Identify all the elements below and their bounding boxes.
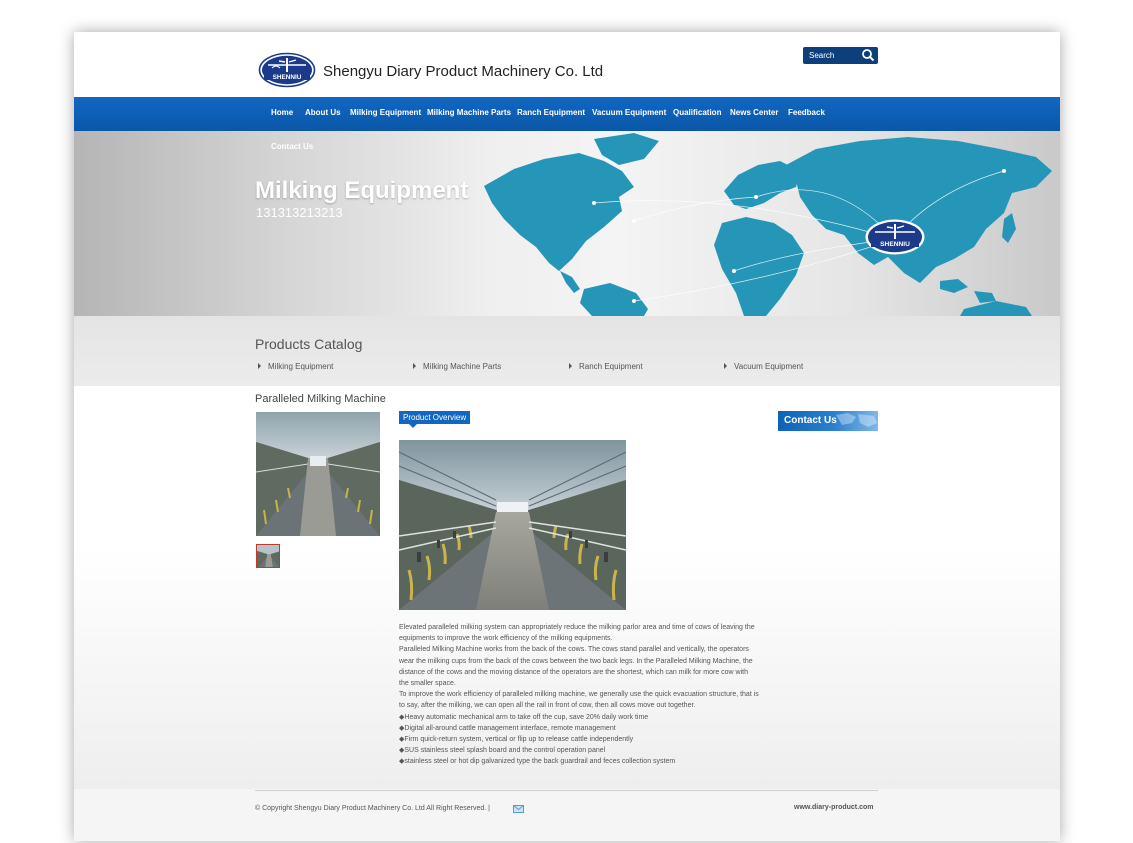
- main-nav: Home About Us Milking Equipment Milking …: [74, 97, 1060, 131]
- description-paragraph: To improve the work efficiency of parall…: [399, 691, 759, 710]
- product-name: Paralleled Milking Machine: [255, 393, 386, 405]
- nav-ranch-equipment[interactable]: Ranch Equipment: [517, 108, 585, 117]
- description-paragraph: Elevated paralleled milking system can a…: [399, 624, 755, 643]
- description-paragraph: Paralleled Milking Machine works from th…: [399, 646, 753, 688]
- nav-feedback[interactable]: Feedback: [788, 108, 825, 117]
- nav-about-us[interactable]: About Us: [305, 108, 341, 117]
- feature-item: ◆stainless steel or hot dip galvanized t…: [399, 758, 676, 766]
- product-photo: [399, 440, 626, 610]
- nav-contact-us[interactable]: Contact Us: [271, 142, 313, 151]
- nav-qualification[interactable]: Qualification: [673, 108, 721, 117]
- catalog-item-label: Milking Machine Parts: [423, 362, 502, 371]
- tab-product-overview[interactable]: Product Overview: [399, 411, 471, 428]
- arrow-right-icon: [569, 362, 572, 369]
- catalog-item-label: Milking Equipment: [268, 362, 334, 371]
- search-box[interactable]: [803, 47, 878, 64]
- catalog-item-label: Ranch Equipment: [579, 362, 643, 371]
- page-frame: SHENNIU Shengyu Diary Product Machinery …: [74, 32, 1060, 841]
- footer-domain-link[interactable]: www.diary-product.com: [794, 804, 873, 811]
- svg-text:SHENNIU: SHENNIU: [880, 241, 910, 248]
- catalog-item-label: Vacuum Equipment: [734, 362, 804, 371]
- catalog-item-ranch-equipment[interactable]: Ranch Equipment: [569, 362, 643, 371]
- contact-box-title: Contact Us: [784, 415, 837, 426]
- product-detail: Paralleled Milking Machine Product Overv…: [74, 386, 1060, 789]
- contact-us-box[interactable]: Contact Us: [778, 411, 878, 431]
- product-thumbnail-small[interactable]: [256, 544, 280, 568]
- nav-vacuum-equipment[interactable]: Vacuum Equipment: [592, 108, 666, 117]
- arrow-right-icon: [413, 362, 416, 369]
- nav-milking-machine-parts[interactable]: Milking Machine Parts: [427, 108, 511, 117]
- catalog-item-milking-equipment[interactable]: Milking Equipment: [258, 362, 333, 371]
- search-icon[interactable]: [860, 48, 876, 63]
- feature-item: ◆Firm quick-return system, vertical or f…: [399, 736, 634, 744]
- arrow-right-icon: [258, 362, 261, 369]
- feature-item: ◆SUS stainless steel splash board and th…: [399, 747, 606, 755]
- map-logo: SHENNIU: [865, 219, 925, 255]
- catalog-item-vacuum-equipment[interactable]: Vacuum Equipment: [724, 362, 803, 371]
- product-description: Elevated paralleled milking system can a…: [399, 622, 759, 768]
- product-thumbnail-small-image: [257, 545, 279, 567]
- company-name: Shengyu Diary Product Machinery Co. Ltd: [323, 63, 604, 80]
- feature-item: ◆Digital all-around cattle management in…: [399, 724, 616, 732]
- copyright-text: © Copyright Shengyu Diary Product Machin…: [255, 805, 490, 812]
- footer-divider: [255, 790, 878, 791]
- arrow-right-icon: [724, 362, 727, 369]
- svg-text:SHENNIU: SHENNIU: [273, 74, 302, 81]
- company-logo[interactable]: SHENNIU: [258, 52, 316, 88]
- hero-banner: Contact Us Milking Equipment 13131321321…: [74, 131, 1060, 316]
- nav-news-center[interactable]: News Center: [730, 108, 778, 117]
- mail-icon[interactable]: [513, 805, 524, 813]
- banner-subtitle: 131313213213: [256, 205, 343, 220]
- nav-home[interactable]: Home: [271, 108, 293, 117]
- banner-title: Milking Equipment: [255, 177, 469, 204]
- product-thumbnail[interactable]: [256, 412, 380, 536]
- feature-item: ◆Heavy automatic mechanical arm to take …: [399, 713, 649, 721]
- footer: © Copyright Shengyu Diary Product Machin…: [74, 789, 1060, 841]
- products-catalog: Products Catalog Milking Equipment Milki…: [74, 316, 1060, 386]
- catalog-item-milking-machine-parts[interactable]: Milking Machine Parts: [413, 362, 501, 371]
- nav-milking-equipment[interactable]: Milking Equipment: [350, 108, 421, 117]
- catalog-title: Products Catalog: [255, 336, 363, 352]
- search-input[interactable]: [803, 47, 861, 64]
